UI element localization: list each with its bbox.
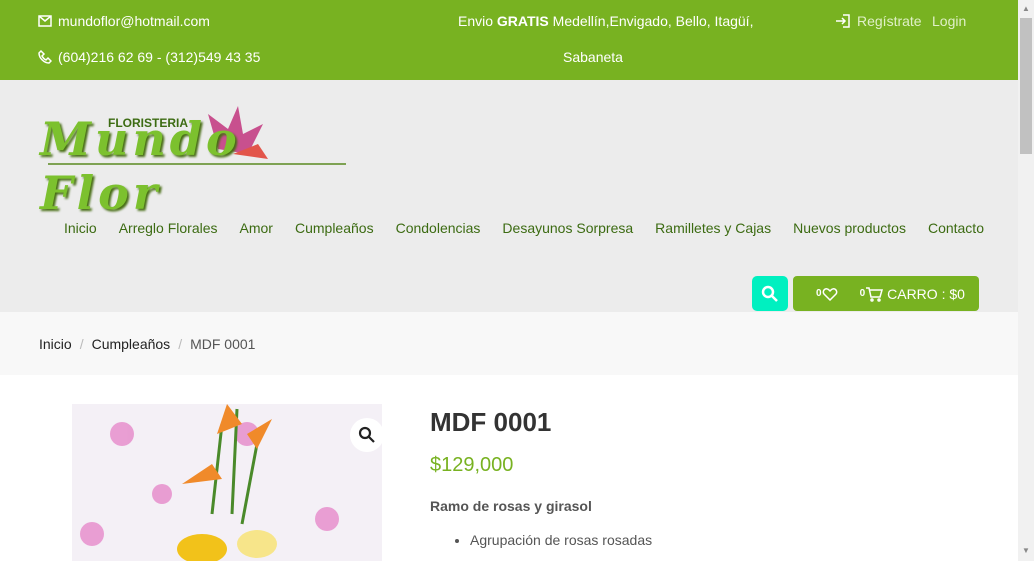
breadcrumb-cumpleanos[interactable]: Cumpleaños — [92, 336, 171, 352]
mail-icon — [38, 15, 52, 27]
phone-icon — [38, 50, 52, 64]
nav-cumpleanos[interactable]: Cumpleaños — [284, 220, 385, 236]
phone-contact: (604)216 62 69 - (312)549 43 35 — [38, 49, 260, 65]
cart-icon — [866, 286, 884, 302]
nav-inicio[interactable]: Inicio — [53, 220, 108, 236]
nav-ramilletes[interactable]: Ramilletes y Cajas — [644, 220, 782, 236]
cart-bar[interactable]: 0 0 CARRO : $0 — [793, 276, 979, 311]
nav-amor[interactable]: Amor — [229, 220, 284, 236]
feature-item: Agrupación de rosas rosadas — [470, 532, 652, 548]
nav-condolencias[interactable]: Condolencias — [385, 220, 492, 236]
email-contact[interactable]: mundoflor@hotmail.com — [38, 13, 210, 29]
sign-in-icon — [836, 14, 850, 28]
flower-arrangement-image — [80, 404, 339, 561]
breadcrumb-inicio[interactable]: Inicio — [39, 336, 72, 352]
logo[interactable]: FLORISTERIA Mundo Flor — [38, 104, 348, 220]
product-price: $129,000 — [430, 454, 514, 476]
login-link[interactable]: Login — [932, 13, 966, 29]
nav-desayunos[interactable]: Desayunos Sorpresa — [491, 220, 644, 236]
heart-icon[interactable] — [822, 287, 838, 301]
main-nav: Inicio Arreglo Florales Amor Cumpleaños … — [53, 220, 995, 236]
shipping-info-line2: Sabaneta — [563, 49, 623, 65]
breadcrumb-current: MDF 0001 — [190, 335, 256, 352]
nav-contacto[interactable]: Contacto — [917, 220, 995, 236]
phone-text: (604)216 62 69 - (312)549 43 35 — [58, 49, 261, 65]
product-features: Agrupación de rosas rosadas — [470, 532, 652, 548]
breadcrumb: Inicio / Cumpleaños / MDF 0001 — [0, 312, 1018, 375]
product-title: MDF 0001 — [430, 407, 552, 437]
product-description: Ramo de rosas y girasol — [430, 498, 592, 514]
nav-nuevos[interactable]: Nuevos productos — [782, 220, 917, 236]
search-icon — [761, 285, 778, 302]
register-link[interactable]: Regístrate — [835, 13, 922, 29]
search-button[interactable] — [752, 276, 788, 311]
image-zoom-button[interactable] — [350, 418, 384, 452]
shipping-info: Envio GRATIS Medellín,Envigado, Bello, I… — [458, 13, 754, 29]
product-image[interactable] — [72, 404, 382, 561]
top-bar: mundoflor@hotmail.com (604)216 62 69 - (… — [0, 0, 1018, 80]
scrollbar-thumb[interactable] — [1020, 18, 1032, 154]
nav-arreglo-florales[interactable]: Arreglo Florales — [108, 220, 229, 236]
magnifier-icon — [358, 426, 375, 443]
header: FLORISTERIA Mundo Flor Inicio Arreglo Fl… — [0, 80, 1018, 312]
email-text: mundoflor@hotmail.com — [58, 13, 210, 29]
cart-total: CARRO : $0 — [887, 285, 965, 302]
